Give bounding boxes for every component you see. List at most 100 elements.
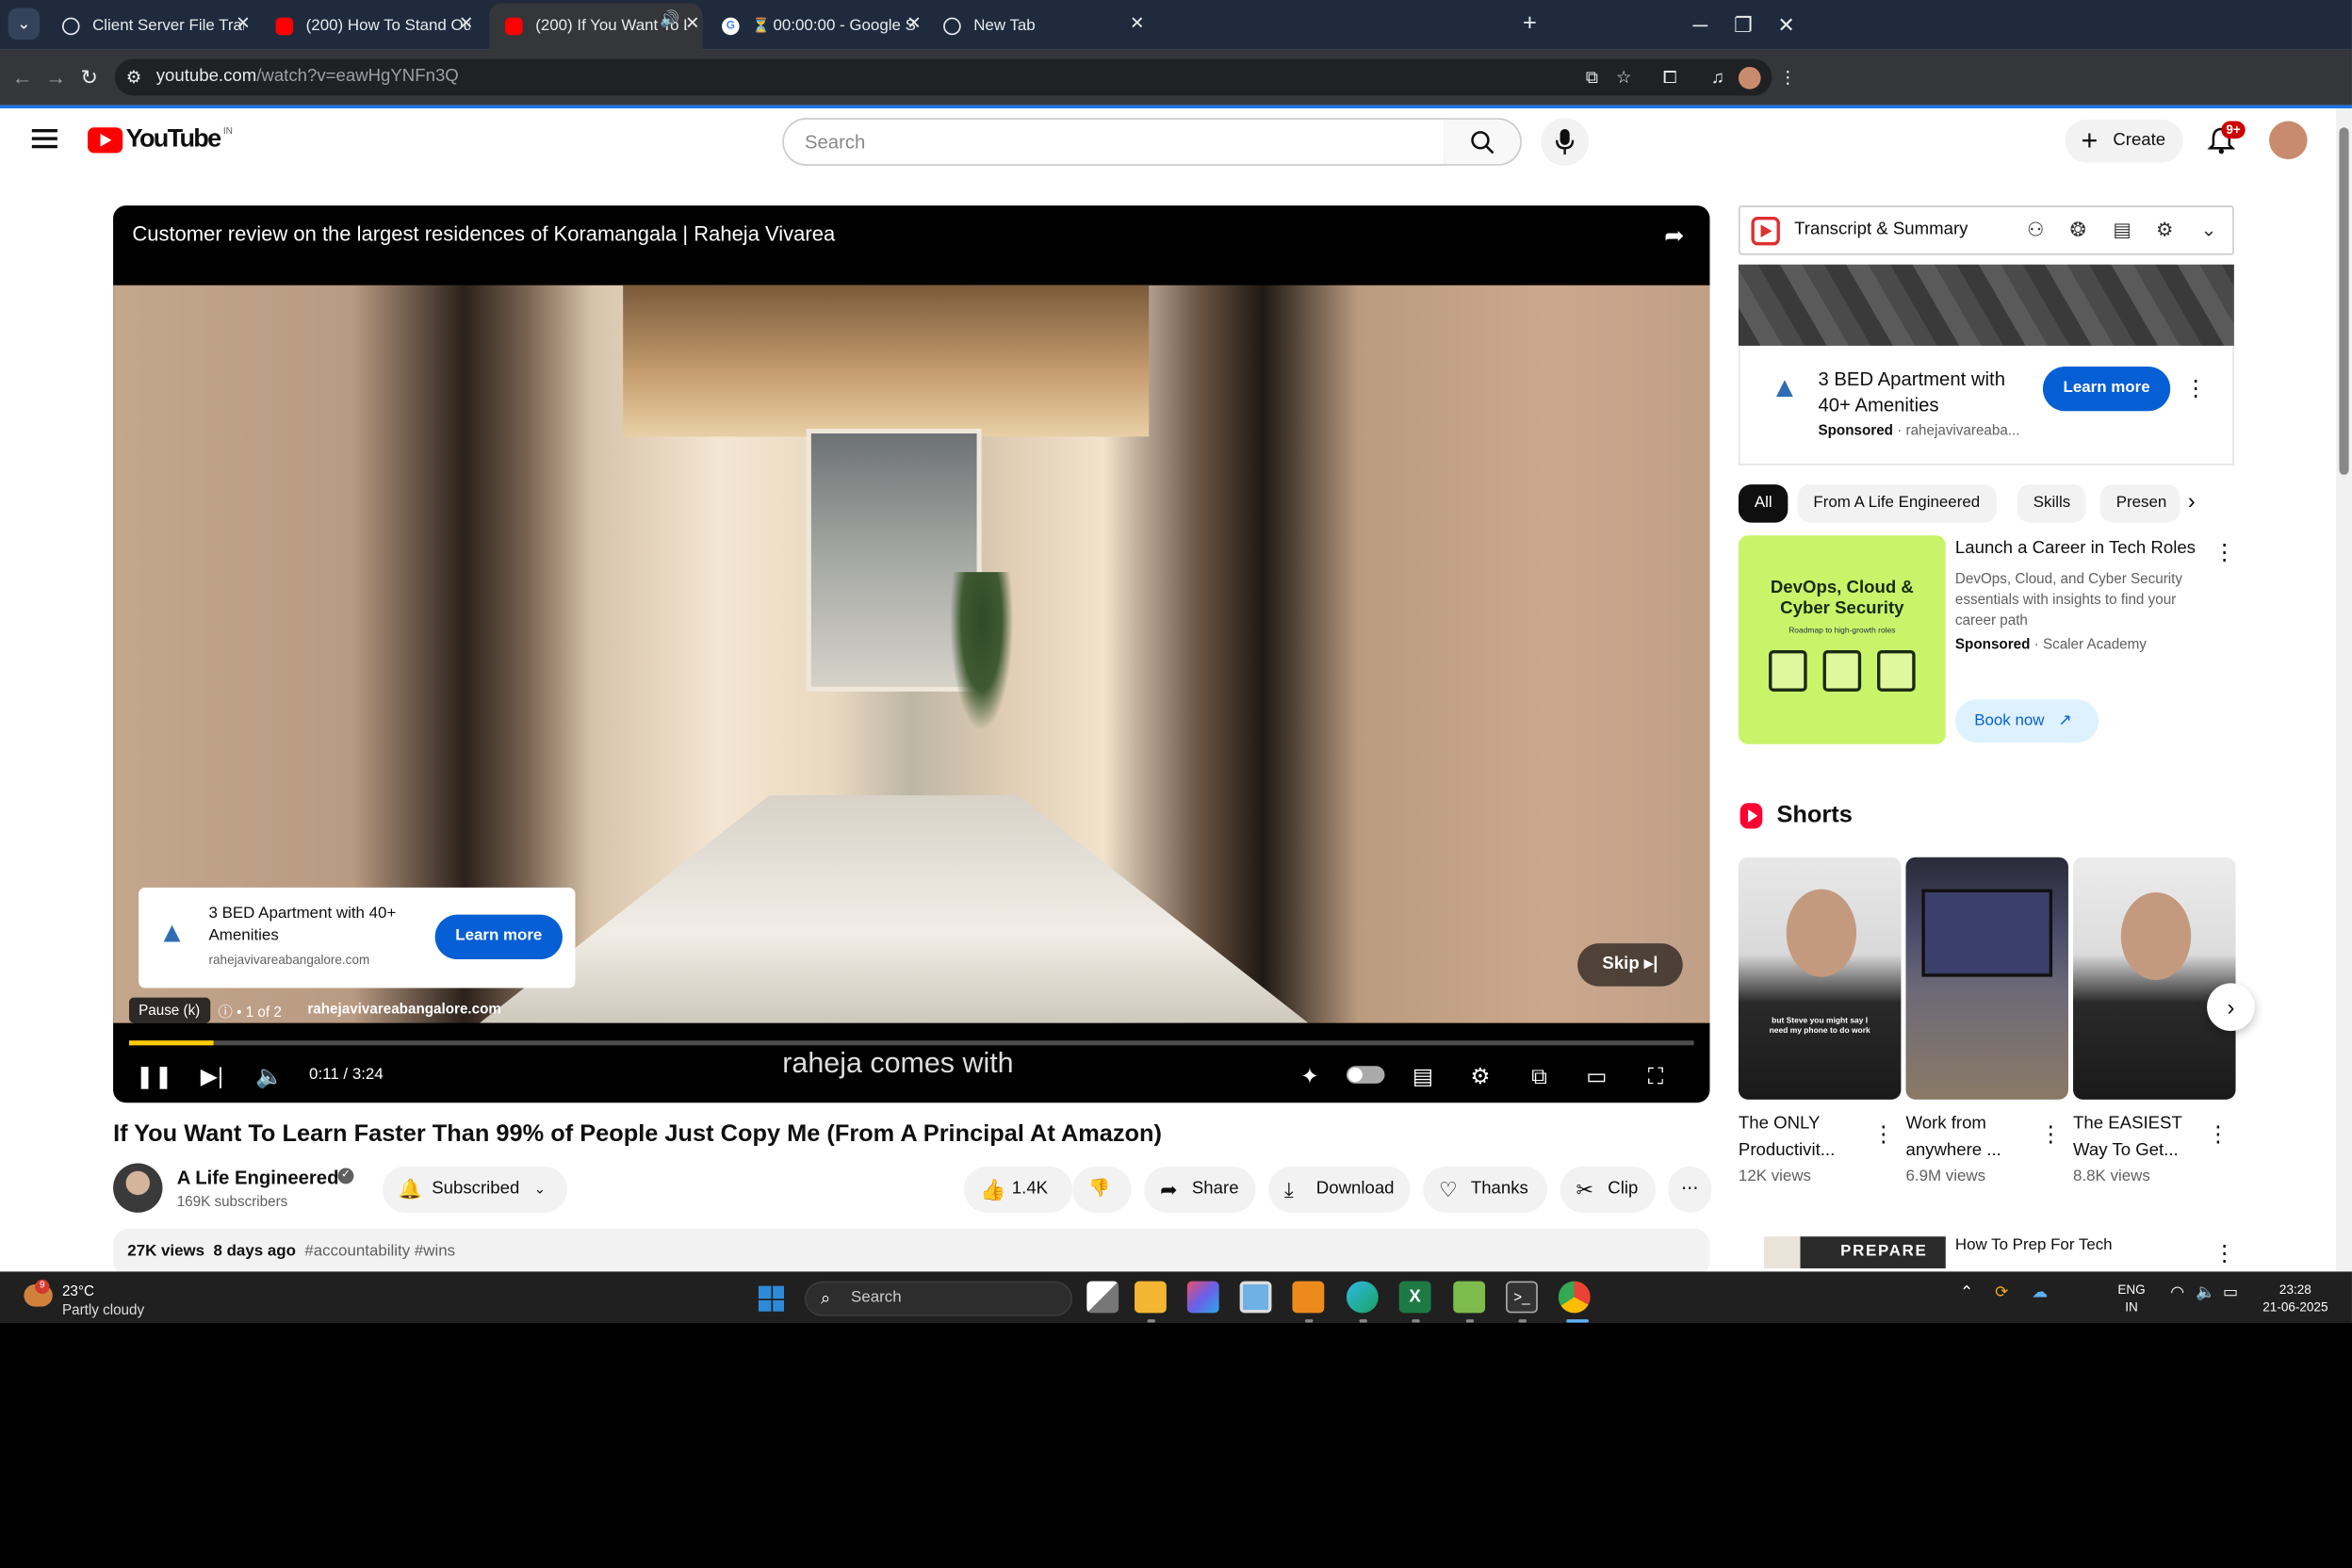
volume-icon[interactable]: 🔈 [2196, 1284, 2215, 1302]
chip-from-channel[interactable]: From A Life Engineered [1797, 484, 1997, 523]
wifi-icon[interactable]: ◠ [2170, 1284, 2184, 1302]
edge-browser-icon[interactable] [1346, 1281, 1379, 1314]
share-arrow-icon[interactable]: ➦ [1664, 221, 1684, 251]
promo-thumbnail[interactable]: DevOps, Cloud & Cyber Security Roadmap t… [1738, 535, 1946, 744]
more-vertical-icon[interactable]: ⋮ [2207, 1120, 2230, 1148]
taskbar-search-input[interactable]: ⌕ Search [804, 1281, 1073, 1316]
ad-url-link[interactable]: rahejavivareabangalore.com [307, 1001, 501, 1017]
terminal-icon[interactable]: >_ [1506, 1281, 1538, 1314]
player-ad-card[interactable]: ▲ 3 BED Apartment with 40+ Amenities rah… [139, 887, 576, 988]
media-control-icon[interactable]: ♫ [1707, 67, 1729, 90]
next-video-title[interactable]: How To Prep For Tech [1955, 1236, 2179, 1268]
dislike-button[interactable]: 👎 [1072, 1166, 1132, 1213]
chevron-right-icon[interactable]: › [2188, 487, 2196, 513]
close-tab-icon[interactable]: ✕ [1130, 13, 1145, 33]
bookmark-star-icon[interactable]: ☆ [1612, 67, 1635, 90]
close-tab-icon[interactable]: ✕ [685, 13, 700, 33]
address-bar[interactable]: youtube.com/watch?v=eawHgYNFn3Q [114, 58, 1772, 96]
onedrive-cloud-icon[interactable]: ☁ [2032, 1284, 2048, 1302]
next-video-thumbnail[interactable]: PREPARE [1763, 1236, 1946, 1269]
description-box[interactable]: 27K views 8 days ago #accountability #wi… [113, 1228, 1710, 1277]
install-app-icon[interactable]: ⧉ [1581, 67, 1604, 90]
forward-button[interactable]: → [41, 64, 70, 92]
reload-button[interactable]: ↻ [74, 64, 103, 92]
close-tab-icon[interactable]: ✕ [459, 13, 474, 33]
theater-mode-icon[interactable]: ▭ [1581, 1058, 1613, 1093]
video-player[interactable]: Customer review on the largest residence… [113, 205, 1710, 1103]
more-vertical-icon[interactable]: ⋮ [2213, 539, 2236, 566]
tab-search-menu-button[interactable]: ⌄ [8, 8, 41, 41]
file-explorer-icon[interactable] [1135, 1281, 1167, 1314]
robot-icon[interactable]: ⚇ [2027, 219, 2044, 241]
ai-sparkle-icon[interactable]: ✦ [1294, 1058, 1326, 1093]
app-office-icon[interactable] [1292, 1281, 1325, 1314]
browser-menu-icon[interactable]: ⋮ [1777, 67, 1800, 90]
thanks-button[interactable]: ♡ Thanks [1423, 1166, 1547, 1213]
speaker-icon[interactable]: 🔊 [660, 11, 679, 29]
sync-app-icon[interactable]: ⟳ [1995, 1284, 2008, 1302]
more-vertical-icon[interactable]: ⋮ [2213, 1240, 2236, 1267]
book-now-button[interactable]: Book now ↗ [1954, 699, 2099, 743]
search-button[interactable] [1444, 118, 1522, 166]
pause-icon[interactable]: ❚❚ [136, 1058, 173, 1093]
chip-skills[interactable]: Skills [2017, 484, 2087, 523]
language-indicator[interactable]: ENG IN [2117, 1282, 2145, 1316]
chip-presentation[interactable]: Presen [2099, 484, 2180, 523]
profile-avatar-icon[interactable] [1738, 67, 1761, 90]
close-tab-icon[interactable]: ✕ [236, 13, 251, 33]
copilot-icon[interactable] [1186, 1281, 1219, 1314]
search-input[interactable]: Search [782, 118, 1446, 166]
channel-name[interactable]: A Life Engineered [177, 1167, 339, 1189]
browser-tab[interactable]: Client Server File Transfer [46, 3, 260, 49]
notes-icon[interactable]: ▤ [2113, 219, 2131, 241]
chip-all[interactable]: All [1738, 484, 1788, 523]
show-hidden-icons-chevron-icon[interactable]: ⌃ [1960, 1284, 1973, 1302]
chrome-icon[interactable] [1558, 1281, 1591, 1314]
sidebar-ad[interactable]: ▲ 3 BED Apartment with 40+ Amenities Spo… [1738, 345, 2234, 466]
short-title[interactable]: Work from anywhere ... [1905, 1111, 2042, 1165]
create-button[interactable]: + Create [2065, 119, 2183, 163]
miniplayer-icon[interactable]: ⧉ [1524, 1058, 1556, 1093]
short-thumbnail[interactable]: but Steve you might say I need my phone … [1738, 857, 1902, 1100]
settings-gear-icon[interactable]: ⚙ [1464, 1058, 1496, 1093]
extensions-icon[interactable]: ⧠ [1658, 67, 1681, 90]
fullscreen-icon[interactable]: ⛶ [1640, 1058, 1672, 1093]
system-clock[interactable]: 23:28 21-06-2025 [2262, 1282, 2328, 1316]
next-video-icon[interactable]: ▶| [196, 1058, 228, 1093]
browser-tab[interactable]: New Tab [927, 3, 1151, 49]
transcript-extension-bar[interactable]: Transcript & Summary ⚇ ❂ ▤ ⚙ ⌄ [1738, 205, 2234, 255]
sidebar-learn-more-button[interactable]: Learn more [2042, 366, 2171, 412]
app-window-icon[interactable] [1239, 1281, 1272, 1314]
browser-tab[interactable]: G ⏳ 00:00:00 - Google Search [706, 3, 932, 49]
channel-avatar[interactable] [113, 1163, 163, 1213]
promo-title[interactable]: Launch a Career in Tech Roles [1955, 539, 2196, 558]
progress-bar[interactable] [128, 1040, 1694, 1046]
back-button[interactable]: ← [8, 64, 36, 92]
task-manager-icon[interactable] [1453, 1281, 1486, 1314]
short-title[interactable]: The EASIEST Way To Get... [2073, 1111, 2210, 1165]
voice-search-button[interactable] [1541, 118, 1589, 166]
download-button[interactable]: ⤓ Download [1268, 1166, 1411, 1213]
like-button[interactable]: 👍 1.4K [964, 1166, 1073, 1213]
battery-icon[interactable]: ▭ [2223, 1284, 2238, 1302]
site-info-icon[interactable]: ⚙ [122, 67, 145, 90]
close-window-button[interactable]: ✕ [1757, 0, 1815, 49]
browser-tab[interactable]: (200) How To Stand Out Withou [260, 3, 486, 49]
openai-icon[interactable]: ❂ [2070, 219, 2086, 241]
short-thumbnail[interactable] [2073, 857, 2236, 1100]
close-tab-icon[interactable]: ✕ [906, 13, 922, 33]
windows-start-icon[interactable] [758, 1285, 784, 1312]
more-vertical-icon[interactable]: ⋮ [1872, 1120, 1895, 1148]
settings-gear-icon[interactable]: ⚙ [2156, 219, 2173, 241]
skip-ad-button[interactable]: Skip ▸| [1577, 943, 1683, 987]
more-vertical-icon[interactable]: ⋮ [2040, 1120, 2063, 1148]
short-title[interactable]: The ONLY Productivit... [1739, 1111, 1875, 1165]
sidebar-ad-banner[interactable] [1738, 264, 2234, 346]
short-thumbnail[interactable] [1905, 857, 2068, 1100]
task-view-icon[interactable] [1086, 1281, 1119, 1314]
ad-learn-more-button[interactable]: Learn more [434, 914, 563, 960]
more-actions-button[interactable]: ⋯ [1668, 1166, 1712, 1213]
subscribed-button[interactable]: 🔔 Subscribed ⌄ [382, 1166, 568, 1213]
autoplay-toggle[interactable] [1346, 1066, 1385, 1084]
new-tab-button[interactable]: + [1513, 8, 1545, 40]
